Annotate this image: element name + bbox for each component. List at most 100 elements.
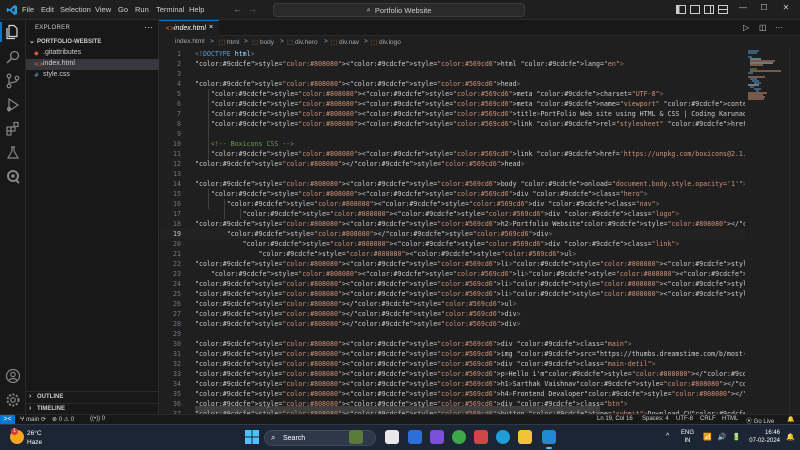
vscode-taskbar-icon[interactable] bbox=[542, 430, 556, 449]
breadcrumb-item[interactable]: ⬚ body bbox=[252, 38, 274, 46]
cursor-position[interactable]: Ln 19, Col 16 bbox=[597, 416, 633, 422]
code-line[interactable]: 19 "color:#9cdcfe">style="color:#808080"… bbox=[159, 229, 745, 239]
code-line[interactable]: 25 "color:#9cdcfe">style="color:#808080">… bbox=[159, 289, 745, 299]
code-line[interactable]: 17 "color:#9cdcfe">style="color:#808080"… bbox=[159, 209, 745, 219]
customize-layout-icon[interactable] bbox=[718, 5, 728, 14]
code-line[interactable]: 7 "color:#9cdcfe">style="color:#808080">… bbox=[159, 109, 745, 119]
code-line[interactable]: 20 "color:#9cdcfe">style="color:#808080"… bbox=[159, 239, 745, 249]
forward-arrow-icon[interactable]: → bbox=[248, 4, 257, 14]
chrome-icon[interactable] bbox=[452, 430, 466, 444]
file-index-html[interactable]: <> index.html bbox=[26, 59, 159, 70]
code-editor[interactable]: 1 <!DOCTYPE html> 2 "color:#9cdcfe">style="… bbox=[159, 48, 745, 414]
ports-indicator[interactable]: ((•)) 0 bbox=[90, 416, 105, 422]
testing-icon[interactable] bbox=[5, 145, 21, 161]
code-line[interactable]: 2 "color:#9cdcfe">style="color:#808080"><… bbox=[159, 59, 745, 69]
code-line[interactable]: 26 "color:#9cdcfe">style="color:#808080">… bbox=[159, 299, 745, 309]
menu-selection[interactable]: Selection bbox=[60, 5, 91, 14]
code-line[interactable]: 23 "color:#9cdcfe">style="color:#808080"… bbox=[159, 269, 745, 279]
show-hidden-icons-icon[interactable]: ^ bbox=[666, 433, 669, 440]
run-debug-icon[interactable] bbox=[5, 97, 21, 113]
settings-gear-icon[interactable] bbox=[5, 392, 21, 408]
breadcrumb-item[interactable]: ⬚ div.hero bbox=[287, 38, 318, 46]
windows-start-icon[interactable] bbox=[245, 430, 259, 444]
language-indicator[interactable]: ENG IN bbox=[681, 429, 694, 445]
app-icon[interactable] bbox=[474, 430, 488, 444]
breadcrumb-item[interactable]: index.html bbox=[175, 38, 205, 45]
minimize-button[interactable]: — bbox=[736, 1, 750, 15]
close-button[interactable]: ✕ bbox=[779, 1, 793, 15]
code-line[interactable]: 29 bbox=[159, 329, 745, 339]
code-line[interactable]: 5 "color:#9cdcfe">style="color:#808080">… bbox=[159, 89, 745, 99]
code-line[interactable]: 4 "color:#9cdcfe">style="color:#808080"><… bbox=[159, 79, 745, 89]
code-line[interactable]: 9 bbox=[159, 129, 745, 139]
file-gitattributes[interactable]: ◆ .gitattributes bbox=[26, 48, 159, 59]
system-tray-icons[interactable]: 📶 🔊 🔋 bbox=[703, 433, 743, 441]
file-style-css[interactable]: # style.css bbox=[26, 70, 159, 81]
line-endings[interactable]: CRLF bbox=[700, 416, 716, 422]
menu-edit[interactable]: Edit bbox=[41, 5, 54, 14]
more-actions-icon[interactable]: ··· bbox=[775, 23, 783, 32]
layout-sidebar-icon[interactable] bbox=[676, 5, 686, 14]
code-line[interactable]: 33 "color:#9cdcfe">style="color:#808080">… bbox=[159, 369, 745, 379]
back-arrow-icon[interactable]: ← bbox=[233, 4, 242, 14]
teams-chat-icon[interactable] bbox=[430, 430, 444, 444]
close-tab-icon[interactable]: × bbox=[209, 24, 213, 31]
menu-terminal[interactable]: Terminal bbox=[156, 5, 184, 14]
layout-secondary-sidebar-icon[interactable] bbox=[704, 5, 714, 14]
clock[interactable]: 16:46 07-02-2024 bbox=[744, 429, 780, 445]
code-line[interactable]: 15 "color:#9cdcfe">style="color:#808080"… bbox=[159, 189, 745, 199]
code-line[interactable]: 1 <!DOCTYPE html> bbox=[159, 49, 745, 59]
command-center[interactable]: ⌕ Portfolio Website bbox=[273, 3, 525, 17]
remote-explorer-icon[interactable] bbox=[5, 169, 21, 185]
menu-go[interactable]: Go bbox=[118, 5, 128, 14]
outline-section[interactable]: › OUTLINE bbox=[26, 391, 159, 402]
code-line[interactable]: 27 "color:#9cdcfe">style="color:#808080">… bbox=[159, 309, 745, 319]
code-line[interactable]: 16 "color:#9cdcfe">style="color:#808080"… bbox=[159, 199, 745, 209]
notification-center-icon[interactable]: 🔔 bbox=[786, 433, 795, 441]
code-line[interactable]: 3 bbox=[159, 69, 745, 79]
source-control-icon[interactable] bbox=[5, 73, 21, 89]
vertical-scrollbar[interactable] bbox=[789, 48, 800, 414]
code-line[interactable]: 28 "color:#9cdcfe">style="color:#808080">… bbox=[159, 319, 745, 329]
code-line[interactable]: 14 "color:#9cdcfe">style="color:#808080">… bbox=[159, 179, 745, 189]
code-line[interactable]: 13 bbox=[159, 169, 745, 179]
code-line[interactable]: 24 "color:#9cdcfe">style="color:#808080">… bbox=[159, 279, 745, 289]
branch-indicator[interactable]: ⵖ main ⟳ bbox=[20, 416, 46, 423]
horizontal-scrollbar[interactable] bbox=[195, 406, 600, 413]
run-icon[interactable]: ▷ bbox=[743, 23, 749, 32]
code-line[interactable]: 8 "color:#9cdcfe">style="color:#808080">… bbox=[159, 119, 745, 129]
folder-portfolio-website[interactable]: ⌄ PORTFOLIO-WEBSITE bbox=[26, 37, 159, 48]
indentation[interactable]: Spaces: 4 bbox=[642, 416, 669, 422]
menu-view[interactable]: View bbox=[95, 5, 111, 14]
tab-index-html[interactable]: <> index.html × bbox=[159, 20, 219, 36]
code-line[interactable]: 12 "color:#9cdcfe">style="color:#808080">… bbox=[159, 159, 745, 169]
search-icon[interactable] bbox=[5, 49, 21, 65]
breadcrumb-item[interactable]: ⬚ html bbox=[219, 38, 239, 46]
code-line[interactable]: 10 <!-- Boxicons CSS --> bbox=[159, 139, 745, 149]
account-icon[interactable] bbox=[5, 368, 21, 384]
notifications-bell-icon[interactable]: 🔔 bbox=[787, 416, 794, 423]
split-editor-icon[interactable]: ◫ bbox=[759, 23, 767, 32]
edge-icon[interactable] bbox=[496, 430, 510, 444]
search-highlight-icon[interactable] bbox=[349, 430, 363, 444]
code-line[interactable]: 35 "color:#9cdcfe">style="color:#808080">… bbox=[159, 389, 745, 399]
task-view-icon[interactable] bbox=[385, 430, 399, 444]
weather-description[interactable]: Haze bbox=[27, 439, 42, 446]
weather-temperature[interactable]: 26°C bbox=[27, 430, 42, 437]
menu-help[interactable]: Help bbox=[189, 5, 204, 14]
code-line[interactable]: 32 "color:#9cdcfe">style="color:#808080">… bbox=[159, 359, 745, 369]
explorer-icon[interactable] bbox=[0, 22, 21, 42]
breadcrumb-item[interactable]: ⬚ div.logo bbox=[371, 38, 401, 46]
code-line[interactable]: 18 "color:#9cdcfe">style="color:#808080">… bbox=[159, 219, 745, 229]
menu-run[interactable]: Run bbox=[135, 5, 149, 14]
layout-panel-icon[interactable] bbox=[690, 5, 700, 14]
code-line[interactable]: 6 "color:#9cdcfe">style="color:#808080">… bbox=[159, 99, 745, 109]
encoding[interactable]: UTF-8 bbox=[676, 416, 693, 422]
problems-indicator[interactable]: ⊗ 0 ⚠ 0 bbox=[52, 416, 74, 423]
breadcrumb-item[interactable]: ⬚ div.nav bbox=[331, 38, 359, 46]
more-actions-icon[interactable]: ··· bbox=[144, 22, 153, 32]
code-line[interactable]: 22 "color:#9cdcfe">style="color:#808080">… bbox=[159, 259, 745, 269]
code-line[interactable]: 34 "color:#9cdcfe">style="color:#808080">… bbox=[159, 379, 745, 389]
extensions-icon[interactable] bbox=[5, 121, 21, 137]
code-line[interactable]: 11 "color:#9cdcfe">style="color:#808080"… bbox=[159, 149, 745, 159]
